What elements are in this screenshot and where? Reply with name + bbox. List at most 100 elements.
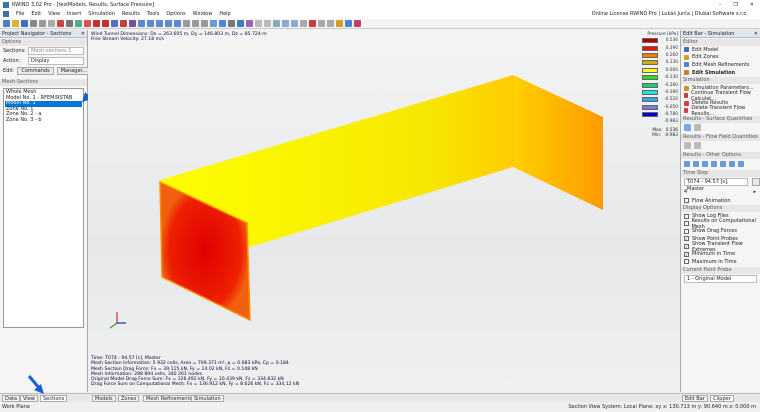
toolbar-button[interactable] [255, 20, 262, 27]
edit-simulation-item[interactable]: Edit Simulation [681, 69, 760, 77]
display-option[interactable]: Maximum in Time [681, 258, 760, 266]
surface-pressure-icon[interactable] [684, 124, 691, 132]
tab-data[interactable]: Data [2, 395, 20, 402]
toolbar-button[interactable] [210, 20, 217, 27]
toolbar-button[interactable] [246, 20, 253, 27]
toolbar-button[interactable] [39, 20, 46, 27]
checkbox[interactable]: ✓ [684, 251, 689, 257]
toolbar-button[interactable] [174, 20, 181, 27]
toolbar-button[interactable] [183, 20, 190, 27]
toolbar-button[interactable] [354, 20, 361, 27]
action-select[interactable]: Display [28, 57, 84, 65]
close-icon[interactable]: ✕ [754, 30, 760, 37]
toolbar-button[interactable] [156, 20, 163, 27]
toolbar-button[interactable] [228, 20, 235, 27]
toolbar-button[interactable] [138, 20, 145, 27]
minimize-button[interactable]: – [719, 2, 722, 8]
slider-right-arrow[interactable]: ▸ [753, 189, 760, 195]
manager-button[interactable]: Manager... [56, 67, 91, 75]
flow-velocity-icon[interactable] [694, 142, 701, 150]
toolbar-button[interactable] [237, 20, 244, 27]
option-icon[interactable] [693, 160, 699, 167]
toolbar-button[interactable] [57, 20, 64, 27]
menu-results[interactable]: Results [122, 11, 140, 17]
tab-models[interactable]: Models [92, 395, 116, 402]
toolbar-button[interactable] [219, 20, 226, 27]
toolbar-button[interactable] [318, 20, 325, 27]
toolbar-button[interactable] [120, 20, 127, 27]
option-icon[interactable] [684, 160, 690, 167]
menu-simulation[interactable]: Simulation [88, 11, 115, 17]
toolbar-button[interactable] [264, 20, 271, 27]
toolbar-button[interactable] [12, 20, 19, 27]
checkbox[interactable] [684, 213, 689, 219]
maximize-button[interactable]: ❐ [733, 2, 737, 8]
toolbar-button[interactable] [21, 20, 28, 27]
checkbox[interactable] [684, 221, 689, 227]
toolbar-button[interactable] [327, 20, 334, 27]
toolbar-button[interactable] [165, 20, 172, 27]
tab-clipper[interactable]: Clipper [710, 395, 734, 402]
toolbar-button[interactable] [48, 20, 55, 27]
tab-zones[interactable]: Zones [118, 395, 140, 402]
surface-quantity-icon[interactable] [694, 124, 701, 132]
toolbar-button[interactable] [147, 20, 154, 27]
probe-select[interactable]: 1 - Original Model [684, 274, 757, 283]
toolbar-button[interactable] [273, 20, 280, 27]
toolbar-button[interactable] [300, 20, 307, 27]
edit-zones-item[interactable]: Edit Zones [681, 54, 760, 62]
sections-select[interactable]: Mesh-sections 1 [28, 47, 84, 55]
menu-window[interactable]: Window [193, 11, 213, 17]
flow-pressure-icon[interactable] [684, 142, 691, 150]
menu-view[interactable]: View [48, 11, 60, 17]
menu-tools[interactable]: Tools [147, 11, 159, 17]
option-icon[interactable] [711, 160, 717, 167]
option-icon[interactable] [702, 160, 708, 167]
toolbar-button[interactable] [129, 20, 136, 27]
toolbar-button[interactable] [3, 20, 10, 27]
menu-help[interactable]: Help [219, 11, 230, 17]
timestep-select[interactable]: T074 - 94.57 [s], Master [684, 177, 748, 192]
menu-edit[interactable]: Edit [31, 11, 41, 17]
option-icon[interactable] [729, 160, 735, 167]
close-icon[interactable]: ✕ [81, 30, 87, 37]
toolbar-button[interactable] [201, 20, 208, 27]
toolbar-button[interactable] [336, 20, 343, 27]
checkbox[interactable]: ✓ [684, 236, 689, 242]
toolbar-button[interactable] [291, 20, 298, 27]
toolbar-button[interactable] [309, 20, 316, 27]
menu-options[interactable]: Options [166, 11, 185, 17]
display-option[interactable]: Results on Computational Mesh [681, 218, 760, 230]
list-item[interactable]: Zone No. 3 - b [5, 117, 82, 124]
check-icon[interactable] [738, 160, 744, 167]
display-option[interactable]: ✓ Show Transient Flow Extremes [681, 241, 760, 253]
edit-mesh-refinements-item[interactable]: Edit Mesh Refinements [681, 61, 760, 69]
checkbox[interactable]: ✓ [684, 244, 689, 250]
toolbar-button[interactable] [93, 20, 100, 27]
toolbar-button[interactable] [75, 20, 82, 27]
toolbar-button[interactable] [66, 20, 73, 27]
close-button[interactable]: ✕ [750, 2, 754, 8]
tab-simulation[interactable]: Simulation [191, 395, 224, 402]
toolbar-button[interactable] [30, 20, 37, 27]
tab-sections[interactable]: Sections [40, 395, 68, 402]
tab-edit-bar[interactable]: Edit Bar [682, 395, 708, 402]
toolbar-button[interactable] [102, 20, 109, 27]
toolbar-button[interactable] [282, 20, 289, 27]
continue-transient-item[interactable]: Continue Transient Flow Calculat... [681, 90, 760, 102]
tab-mesh-refinements[interactable]: Mesh Refinements [143, 395, 196, 402]
timestep-slider[interactable]: 4 [684, 189, 750, 195]
menu-file[interactable]: File [16, 11, 24, 17]
checkbox[interactable] [684, 228, 689, 234]
toolbar-button[interactable] [111, 20, 118, 27]
edit-model-item[interactable]: Edit Model [681, 46, 760, 54]
delete-transient-item[interactable]: Delete Transient Flow Results... [681, 105, 760, 117]
toolbar-button[interactable] [192, 20, 199, 27]
flow-animation-checkbox[interactable] [684, 198, 689, 204]
tab-view[interactable]: View [20, 395, 38, 402]
toolbar-button[interactable] [84, 20, 91, 27]
timestep-list-button[interactable] [752, 177, 760, 186]
menu-insert[interactable]: Insert [67, 11, 81, 17]
option-icon[interactable] [720, 160, 726, 167]
toolbar-button[interactable] [345, 20, 352, 27]
